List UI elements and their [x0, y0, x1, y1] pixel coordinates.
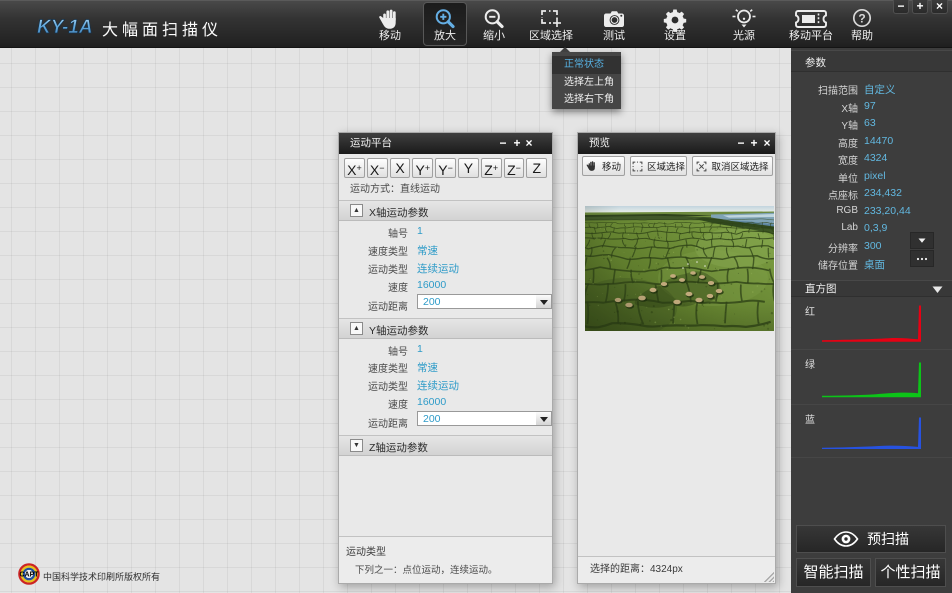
- svg-text:?: ?: [858, 12, 865, 26]
- svg-text:KY-1A: KY-1A: [37, 17, 93, 38]
- svg-text:CAPT: CAPT: [19, 572, 39, 579]
